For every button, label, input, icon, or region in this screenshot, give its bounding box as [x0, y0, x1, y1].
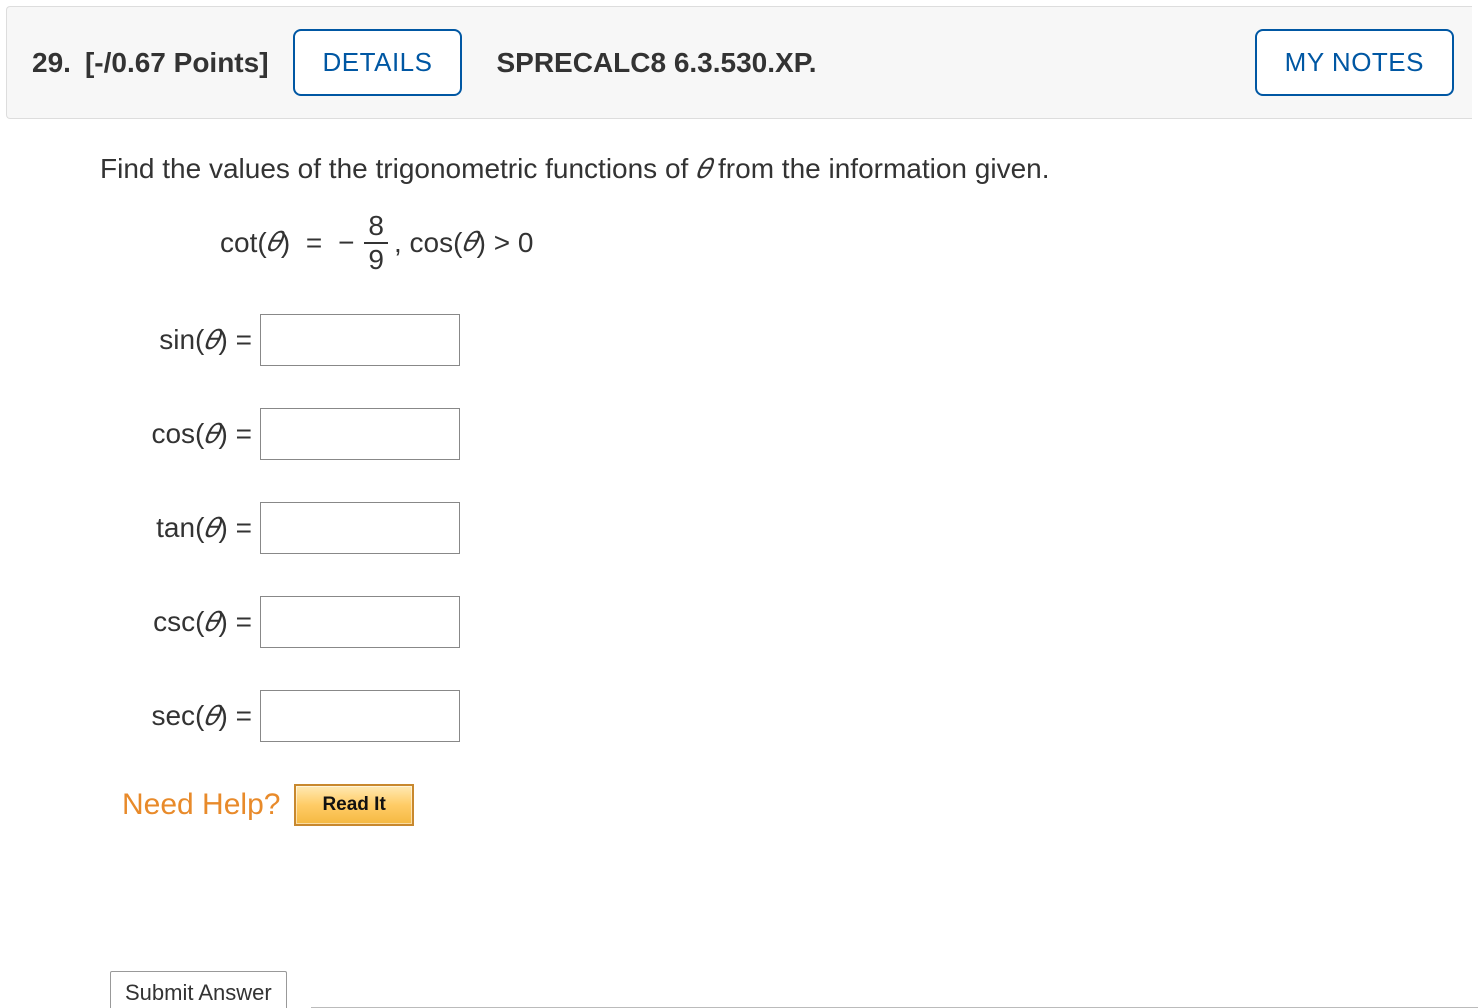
label-pre: cos( [151, 418, 204, 449]
answer-label: sec(𝜃) = [120, 700, 260, 733]
theta-symbol: 𝜃 [204, 701, 218, 732]
question-prompt: Find the values of the trigonometric fun… [100, 153, 1448, 186]
label-post: ) = [219, 512, 252, 543]
answer-row-sin: sin(𝜃) = [100, 314, 1448, 366]
tan-input[interactable] [260, 502, 460, 554]
points-label: [-/0.67 Points] [85, 47, 269, 79]
label-pre: sin( [159, 324, 204, 355]
prompt-text-post: from the information given. [710, 153, 1049, 184]
label-post: ) = [219, 324, 252, 355]
theta-symbol: 𝜃 [696, 154, 710, 185]
bottom-row: Submit Answer [100, 971, 1478, 1008]
fraction-numerator: 8 [364, 212, 388, 242]
sec-input[interactable] [260, 690, 460, 742]
label-pre: csc( [153, 606, 204, 637]
theta-symbol: 𝜃 [204, 607, 218, 638]
need-help-row: Need Help? Read It [100, 784, 1448, 826]
theta-symbol: 𝜃 [204, 325, 218, 356]
answer-label: tan(𝜃) = [120, 512, 260, 545]
label-post: ) = [219, 418, 252, 449]
sin-input[interactable] [260, 314, 460, 366]
answer-label: cos(𝜃) = [120, 418, 260, 451]
submit-answer-button[interactable]: Submit Answer [110, 971, 287, 1008]
label-post: ) = [219, 700, 252, 731]
answer-label: csc(𝜃) = [120, 606, 260, 639]
label-pre: sec( [151, 700, 204, 731]
given-condition: ) > 0 [477, 227, 534, 259]
label-pre: tan( [156, 512, 204, 543]
given-eq: ) = − [281, 227, 359, 259]
given-expression: cot(𝜃) = − 8 9 , cos(𝜃) > 0 [100, 212, 1448, 274]
assignment-code: SPRECALC8 6.3.530.XP. [496, 47, 1230, 79]
prompt-text-pre: Find the values of the trigonometric fun… [100, 153, 696, 184]
theta-symbol: 𝜃 [204, 513, 218, 544]
answer-row-sec: sec(𝜃) = [100, 690, 1448, 742]
my-notes-button[interactable]: MY NOTES [1255, 29, 1454, 96]
theta-symbol: 𝜃 [204, 419, 218, 450]
fraction: 8 9 [364, 212, 388, 274]
csc-input[interactable] [260, 596, 460, 648]
details-button[interactable]: DETAILS [293, 29, 463, 96]
theta-symbol: 𝜃 [267, 227, 281, 259]
label-post: ) = [219, 606, 252, 637]
answer-row-csc: csc(𝜃) = [100, 596, 1448, 648]
fraction-denominator: 9 [364, 242, 388, 274]
question-header: 29. [-/0.67 Points] DETAILS SPRECALC8 6.… [6, 6, 1472, 119]
given-separator: , cos( [394, 227, 462, 259]
answer-row-cos: cos(𝜃) = [100, 408, 1448, 460]
need-help-label: Need Help? [122, 788, 280, 822]
question-number: 29. [32, 47, 71, 79]
cos-input[interactable] [260, 408, 460, 460]
theta-symbol: 𝜃 [462, 227, 476, 259]
question-content: Find the values of the trigonometric fun… [0, 119, 1478, 826]
given-func: cot( [220, 227, 267, 259]
read-it-button[interactable]: Read It [294, 784, 413, 826]
answer-label: sin(𝜃) = [120, 324, 260, 357]
answer-row-tan: tan(𝜃) = [100, 502, 1448, 554]
